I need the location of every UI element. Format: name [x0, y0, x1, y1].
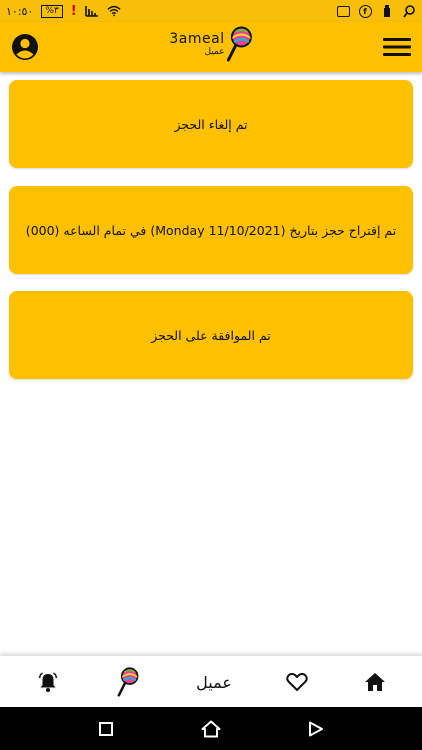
app-header: 3ameal عميل	[0, 22, 422, 72]
battery-warning-icon: !	[70, 3, 77, 19]
notification-card[interactable]: تم إلغاء الحجز	[9, 80, 413, 168]
battery-indicator: %٣	[41, 4, 63, 18]
battery-level: %٣	[45, 6, 59, 16]
status-right: f	[336, 4, 416, 18]
lollipop-logo-icon	[117, 667, 139, 697]
nav-notifications[interactable]	[32, 656, 64, 708]
notification-text: تم إلغاء الحجز	[174, 116, 248, 132]
brand-name: 3ameal	[169, 30, 225, 47]
status-left: ١٠:٥٠ %٣ !	[6, 4, 121, 19]
back-button[interactable]	[286, 707, 346, 750]
wifi-icon	[107, 4, 121, 18]
notification-card[interactable]: تم الموافقة على الحجز	[9, 291, 413, 379]
status-time: ١٠:٥٠	[6, 4, 34, 18]
bottom-nav: عميل	[0, 655, 422, 707]
notification-card[interactable]: تم إقتراح حجز بتاريخ (Monday 11/10/2021)…	[9, 186, 413, 274]
app-notification-icon	[402, 4, 416, 18]
notification-text: تم إقتراح حجز بتاريخ (Monday 11/10/2021)…	[25, 222, 397, 238]
brand-text: 3ameal عميل	[169, 32, 224, 57]
nav-client[interactable]: عميل	[186, 656, 242, 708]
gmail-icon	[336, 4, 350, 18]
signal-icon	[84, 4, 99, 18]
menu-button[interactable]	[382, 32, 412, 62]
lollipop-logo-icon	[227, 26, 253, 62]
notification-text: تم الموافقة على الحجز	[151, 327, 271, 343]
recents-button[interactable]	[76, 707, 136, 750]
system-nav-bar	[0, 707, 422, 750]
nav-logo[interactable]	[112, 656, 144, 708]
status-bar: ١٠:٥٠ %٣ ! f	[0, 0, 422, 22]
home-outline-icon	[201, 720, 221, 737]
facebook-icon: f	[358, 4, 372, 18]
nav-client-label: عميل	[196, 672, 232, 692]
nav-favorites[interactable]	[282, 656, 312, 708]
back-triangle-icon	[309, 721, 323, 736]
heart-icon	[286, 672, 308, 691]
nav-home[interactable]	[360, 656, 390, 708]
profile-button[interactable]	[10, 32, 40, 62]
brand-subtitle: عميل	[204, 46, 225, 57]
recents-icon	[99, 721, 113, 736]
account-circle-icon	[12, 34, 38, 60]
home-icon	[365, 673, 385, 691]
brand-logo: 3ameal عميل	[169, 26, 253, 62]
home-system-button[interactable]	[181, 707, 241, 750]
bell-icon	[38, 672, 58, 692]
notification-icon	[380, 4, 394, 18]
hamburger-menu-icon	[383, 38, 411, 56]
